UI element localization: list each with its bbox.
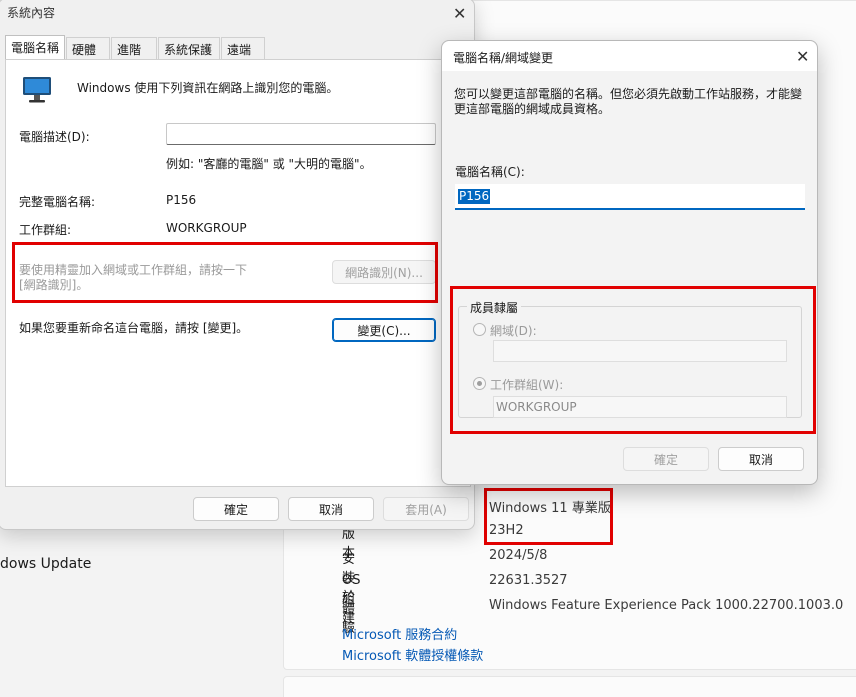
workgroup-radio[interactable] xyxy=(473,377,486,390)
domain-input[interactable] xyxy=(493,340,787,362)
tab-advanced[interactable]: 進階 xyxy=(111,37,157,59)
workgroup-input[interactable]: WORKGROUP xyxy=(493,396,787,418)
cancel-button[interactable]: 取消 xyxy=(288,497,374,521)
rename-text: 如果您要重新命名這台電腦，請按 [變更]。 xyxy=(19,321,249,335)
tab-computer-name[interactable]: 電腦名稱 xyxy=(5,35,65,59)
settings-bottom-card xyxy=(283,676,856,697)
link-service-agreement[interactable]: Microsoft 服務合約 xyxy=(342,624,457,643)
workgroup-label: 工作群組: xyxy=(19,223,72,237)
member-of-group: 成員隸屬 網域(D): 工作群組(W): WORKGROUP xyxy=(458,299,802,418)
workgroup-value: WORKGROUP xyxy=(166,221,247,235)
computer-name-change-dialog: 電腦名稱/網域變更 ✕ 您可以變更這部電腦的名稱。但您必須先啟動工作站服務，才能… xyxy=(441,40,818,485)
computer-name-label: 電腦名稱(C): xyxy=(455,165,525,179)
intro-text: Windows 使用下列資訊在網路上識別您的電腦。 xyxy=(77,81,339,95)
spec-value: 2024/5/8 xyxy=(489,548,548,563)
ok-button[interactable]: 確定 xyxy=(623,447,709,471)
close-icon[interactable]: ✕ xyxy=(453,6,466,22)
apply-button[interactable]: 套用(A) xyxy=(383,497,469,521)
ok-button[interactable]: 確定 xyxy=(193,497,279,521)
domain-label: 網域(D): xyxy=(490,324,537,338)
network-id-text-line2: [網路識別]。 xyxy=(19,278,89,292)
spec-value: 22631.3527 xyxy=(489,573,568,588)
dialog-title: 電腦名稱/網域變更 xyxy=(453,51,554,65)
link-license-terms[interactable]: Microsoft 軟體授權條款 xyxy=(342,645,483,664)
tab-panel-computer-name: Windows 使用下列資訊在網路上識別您的電腦。 電腦描述(D): 例如: "… xyxy=(5,59,471,487)
spec-value: Windows Feature Experience Pack 1000.227… xyxy=(489,598,844,613)
member-of-label: 成員隸屬 xyxy=(467,299,522,316)
close-icon[interactable]: ✕ xyxy=(796,49,809,65)
workgroup-label: 工作群組(W): xyxy=(490,378,564,392)
system-properties-dialog: 系統內容 ✕ 電腦名稱 硬體 進階 系統保護 遠端 Windows 使用下列資訊… xyxy=(0,0,475,530)
dialog-title: 系統內容 xyxy=(7,6,56,20)
full-name-value: P156 xyxy=(166,193,197,207)
description-label: 電腦描述(D): xyxy=(19,130,90,144)
domain-radio[interactable] xyxy=(473,323,486,336)
network-id-button[interactable]: 網路識別(N)... xyxy=(332,260,436,284)
computer-description-input[interactable] xyxy=(166,123,436,145)
computer-name-value: P156 xyxy=(458,189,491,204)
computer-monitor-icon xyxy=(23,77,51,103)
tab-system-protection[interactable]: 系統保護 xyxy=(158,37,220,59)
sidebar-item-windows-update[interactable]: dows Update xyxy=(0,556,91,572)
description-example: 例如: "客廳的電腦" 或 "大明的電腦"。 xyxy=(166,157,372,171)
change-button[interactable]: 變更(C)... xyxy=(332,318,436,342)
windows-edition-value: Windows 11 專業版 xyxy=(489,501,611,516)
tab-remote[interactable]: 遠端 xyxy=(221,37,265,59)
info-text-line2: 更這部電腦的網域成員資格。 xyxy=(454,102,611,116)
tab-hardware[interactable]: 硬體 xyxy=(66,37,110,59)
full-name-label: 完整電腦名稱: xyxy=(19,195,96,209)
computer-name-input[interactable]: P156 xyxy=(455,184,805,210)
spec-value: 23H2 xyxy=(489,523,524,538)
cancel-button[interactable]: 取消 xyxy=(718,447,804,471)
